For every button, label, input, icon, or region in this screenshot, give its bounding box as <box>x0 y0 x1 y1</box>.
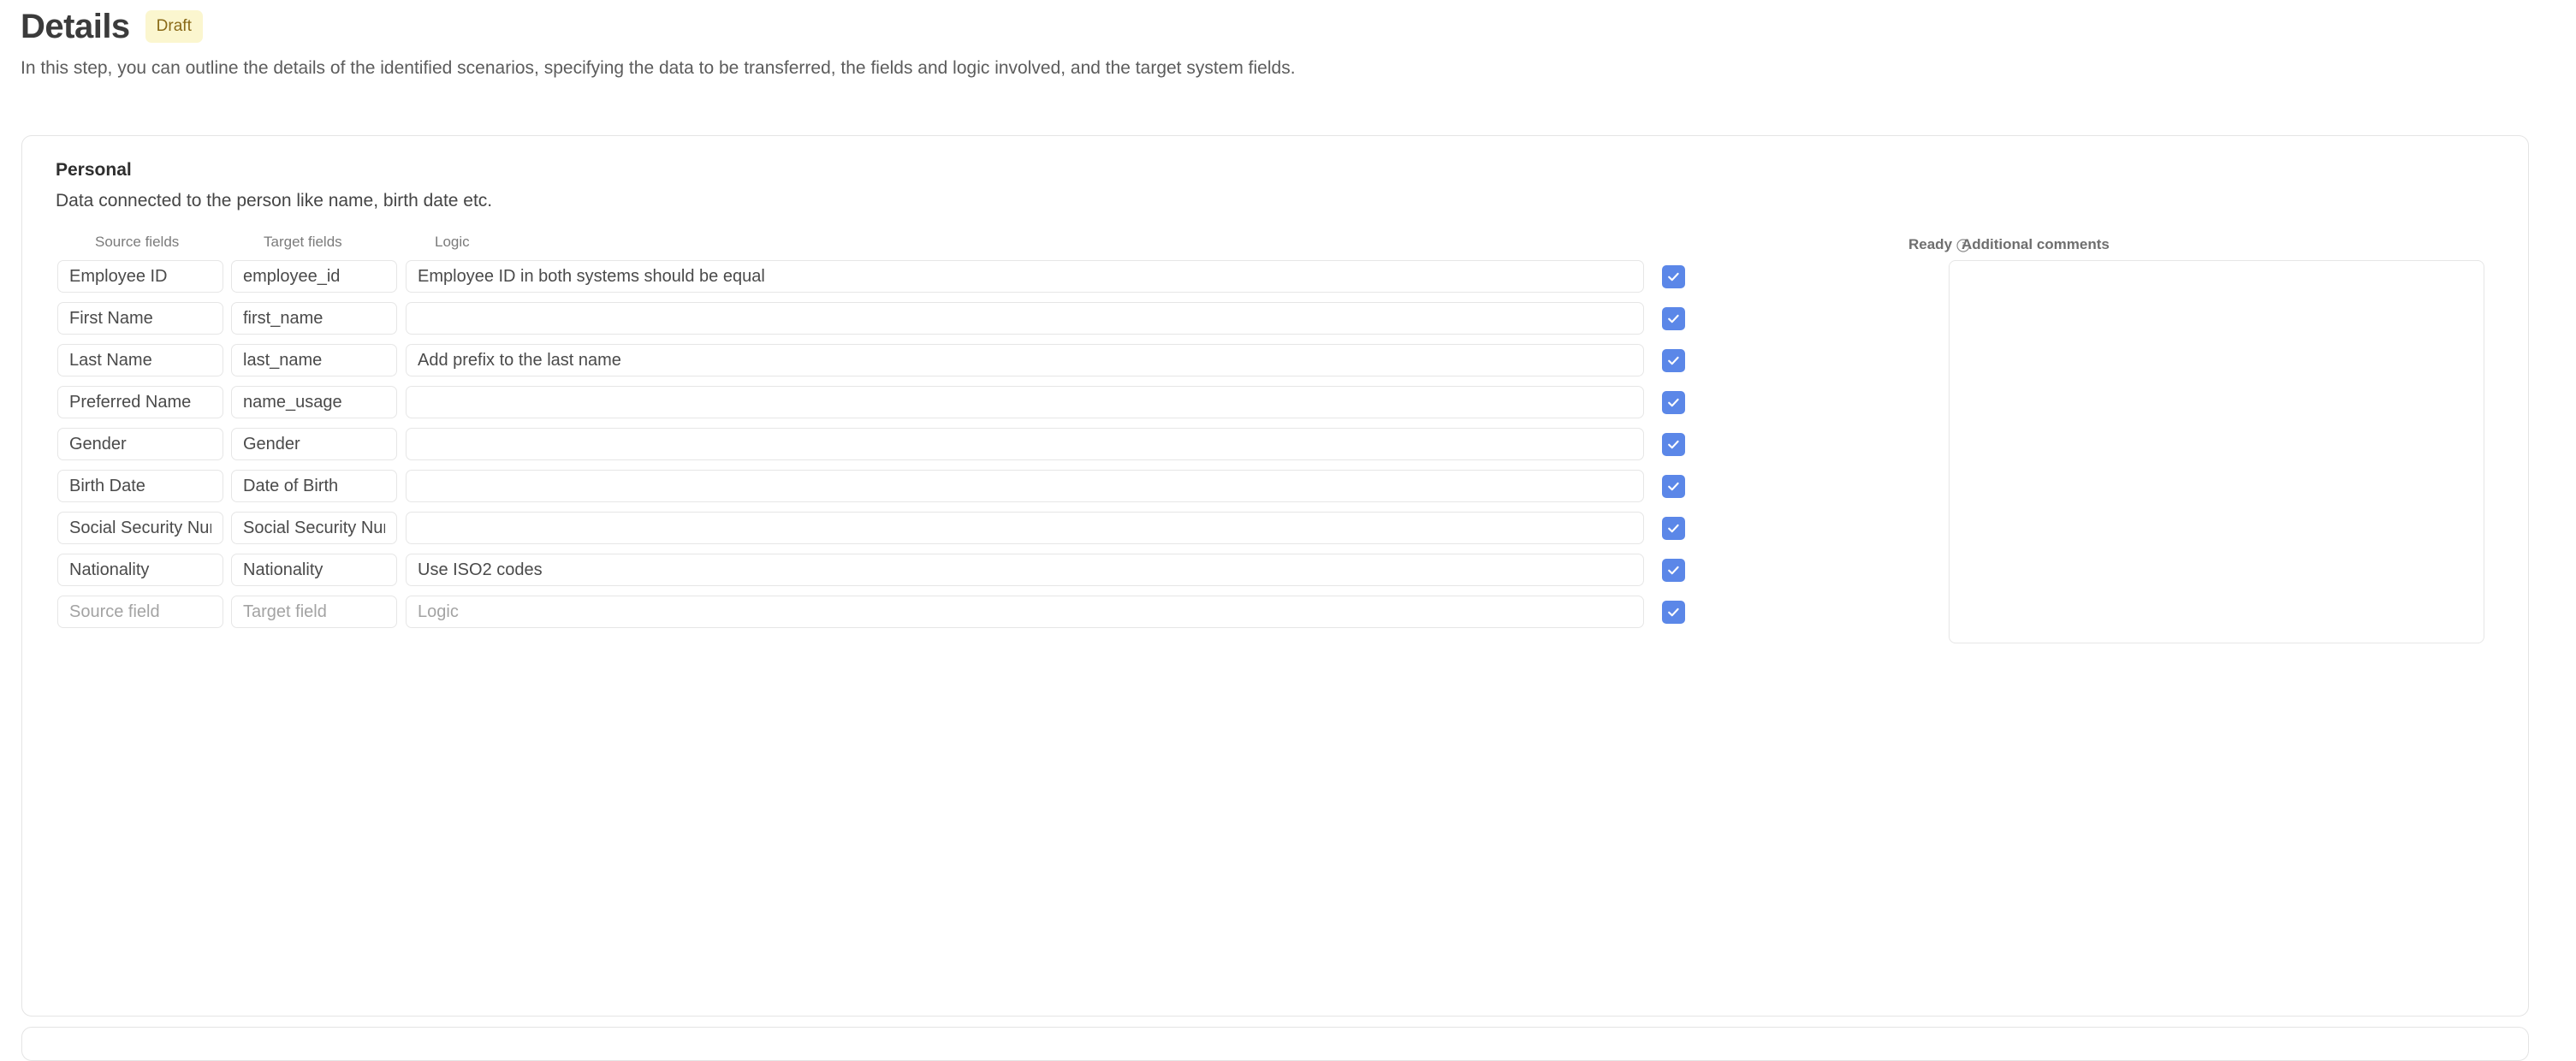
logic-input[interactable] <box>406 302 1644 335</box>
ready-checkbox[interactable] <box>1662 390 1685 414</box>
section-description: Data connected to the person like name, … <box>56 191 493 210</box>
ready-cell <box>1644 432 1703 456</box>
page-header: Details Draft In this step, you can outl… <box>0 0 2576 80</box>
column-header-logic: Logic <box>435 234 470 250</box>
ready-checkbox[interactable] <box>1662 558 1685 582</box>
additional-comments-textarea[interactable] <box>1949 260 2484 643</box>
logic-input[interactable] <box>406 512 1644 544</box>
ready-cell <box>1644 474 1703 498</box>
target-field-input[interactable] <box>231 428 397 460</box>
ready-cell <box>1644 264 1703 288</box>
logic-input[interactable] <box>406 428 1644 460</box>
target-field-input[interactable] <box>231 470 397 502</box>
column-header-ready-label: Ready <box>1908 236 1953 252</box>
ready-cell <box>1644 516 1703 540</box>
title-row: Details Draft <box>21 7 2576 46</box>
ready-checkbox[interactable] <box>1662 600 1685 624</box>
logic-input[interactable] <box>406 554 1644 586</box>
ready-cell <box>1644 348 1703 372</box>
source-field-input[interactable] <box>57 596 223 628</box>
ready-checkbox[interactable] <box>1662 306 1685 330</box>
ready-checkbox[interactable] <box>1662 348 1685 372</box>
source-field-input[interactable] <box>57 386 223 418</box>
source-field-input[interactable] <box>57 428 223 460</box>
logic-input[interactable] <box>406 386 1644 418</box>
source-field-input[interactable] <box>57 260 223 293</box>
section-title: Personal <box>56 160 132 180</box>
column-header-target-fields: Target fields <box>264 234 342 250</box>
ready-checkbox[interactable] <box>1662 474 1685 498</box>
logic-input[interactable] <box>406 344 1644 376</box>
ready-checkbox[interactable] <box>1662 432 1685 456</box>
ready-cell <box>1644 390 1703 414</box>
ready-cell <box>1644 558 1703 582</box>
ready-checkbox[interactable] <box>1662 516 1685 540</box>
target-field-input[interactable] <box>231 302 397 335</box>
details-step-page: Details Draft In this step, you can outl… <box>0 0 2576 1061</box>
source-field-input[interactable] <box>57 470 223 502</box>
logic-input[interactable] <box>406 260 1644 293</box>
target-field-input[interactable] <box>231 386 397 418</box>
table-rows <box>56 260 2520 643</box>
ready-cell <box>1644 600 1703 624</box>
column-header-additional-comments: Additional comments <box>1962 236 2110 252</box>
source-field-input[interactable] <box>57 554 223 586</box>
page-subtitle: In this step, you can outline the detail… <box>21 58 1296 78</box>
status-badge: Draft <box>145 10 203 43</box>
ready-cell <box>1644 306 1703 330</box>
source-field-input[interactable] <box>57 512 223 544</box>
source-field-input[interactable] <box>57 344 223 376</box>
target-field-input[interactable] <box>231 596 397 628</box>
next-section-card <box>21 1027 2529 1061</box>
target-field-input[interactable] <box>231 554 397 586</box>
target-field-input[interactable] <box>231 344 397 376</box>
personal-section-card: Personal Data connected to the person li… <box>21 135 2529 1017</box>
target-field-input[interactable] <box>231 512 397 544</box>
logic-input[interactable] <box>406 470 1644 502</box>
logic-input[interactable] <box>406 596 1644 628</box>
source-field-input[interactable] <box>57 302 223 335</box>
field-mapping-table: Source fields Target fields Logic Ready … <box>56 233 2528 643</box>
table-column-headers: Source fields Target fields Logic Ready … <box>56 233 2528 253</box>
ready-checkbox[interactable] <box>1662 264 1685 288</box>
target-field-input[interactable] <box>231 260 397 293</box>
column-header-source-fields: Source fields <box>95 234 180 250</box>
page-title: Details <box>21 8 130 45</box>
